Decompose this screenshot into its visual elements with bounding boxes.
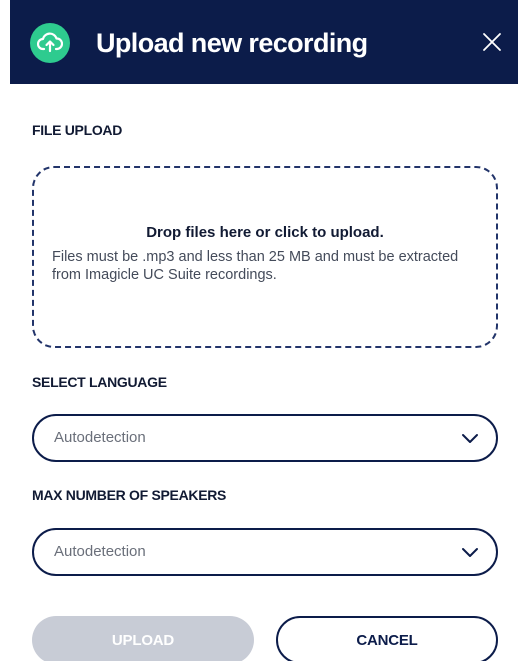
cancel-button[interactable]: CANCEL	[276, 616, 498, 661]
select-language-label: SELECT LANGUAGE	[32, 374, 167, 390]
cloud-upload-icon	[30, 23, 70, 63]
file-upload-label: FILE UPLOAD	[32, 122, 123, 138]
upload-recording-dialog: Upload new recording FILE UPLOAD Drop fi…	[0, 0, 518, 661]
dropzone-description: Files must be .mp3 and less than 25 MB a…	[52, 249, 459, 283]
language-select[interactable]: Autodetection	[32, 414, 498, 462]
close-icon[interactable]	[480, 30, 504, 54]
dialog-header: Upload new recording	[10, 0, 518, 84]
chevron-down-icon	[460, 544, 480, 560]
upload-button[interactable]: UPLOAD	[32, 616, 254, 661]
chevron-down-icon	[460, 430, 480, 446]
max-speakers-label: MAX NUMBER OF SPEAKERS	[32, 487, 227, 503]
max-speakers-select-value: Autodetection	[54, 543, 146, 560]
max-speakers-select[interactable]: Autodetection	[32, 528, 498, 576]
dropzone-title: Drop files here or click to upload.	[146, 224, 384, 241]
dialog-title: Upload new recording	[96, 28, 368, 58]
language-select-value: Autodetection	[54, 429, 146, 446]
file-dropzone[interactable]: Drop files here or click to upload. File…	[32, 166, 498, 348]
